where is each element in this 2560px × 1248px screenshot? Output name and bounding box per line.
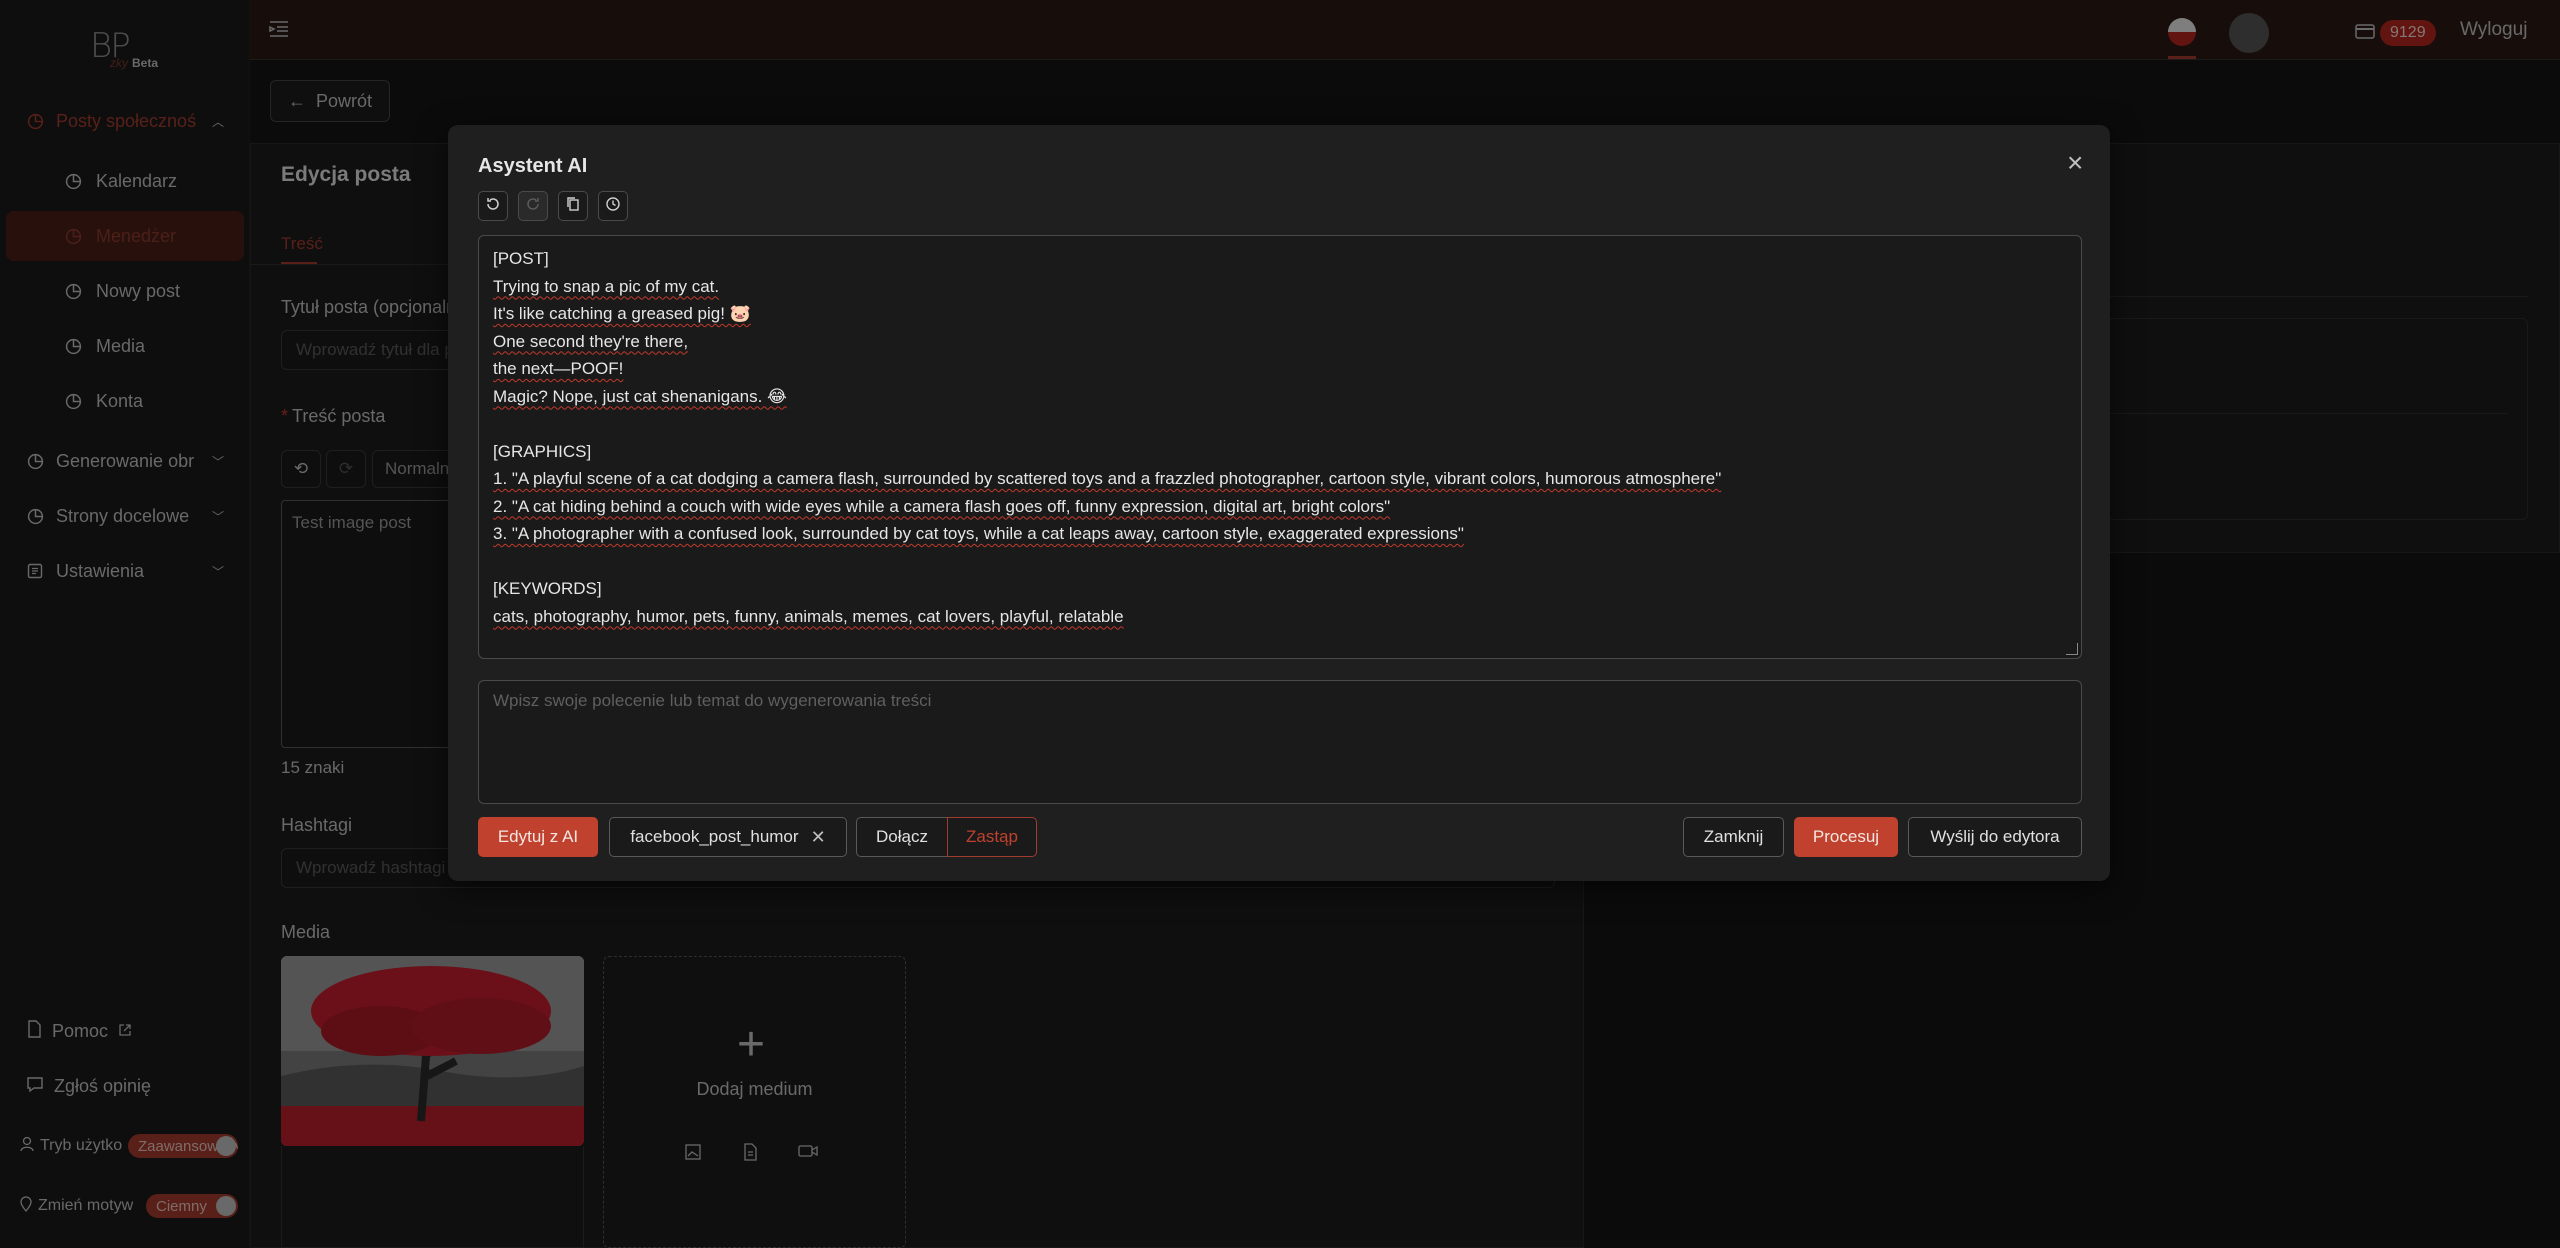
close-icon[interactable]: × [2067, 149, 2083, 177]
copy-icon [565, 196, 581, 217]
redo-icon [525, 196, 541, 217]
redo-button[interactable] [518, 191, 548, 221]
template-chip-label: facebook_post_humor [630, 827, 799, 846]
content-line: [POST] [493, 249, 549, 268]
send-to-editor-button[interactable]: Wyślij do edytora [1908, 817, 2082, 857]
copy-button[interactable] [558, 191, 588, 221]
content-line: It's like catching a greased pig! 🐷 [493, 304, 751, 323]
close-button[interactable]: Zamknij [1683, 817, 1784, 857]
content-line: [GRAPHICS] [493, 441, 592, 461]
content-line: 2. "A cat hiding behind a couch with wid… [493, 496, 1391, 516]
content-line: Magic? Nope, just cat shenanigans. 😂 [493, 386, 787, 406]
process-button[interactable]: Procesuj [1794, 817, 1898, 857]
resize-handle[interactable] [2066, 643, 2078, 655]
prompt-input[interactable]: Wpisz swoje polecenie lub temat do wygen… [478, 680, 2082, 804]
modal-title: Asystent AI [478, 155, 588, 177]
content-line: the next—POOF! [493, 359, 624, 378]
content-line: 1. "A playful scene of a cat dodging a c… [493, 469, 1722, 488]
undo-icon [485, 196, 501, 217]
undo-button[interactable] [478, 191, 508, 221]
append-button[interactable]: Dołącz [856, 817, 948, 857]
edit-with-ai-button[interactable]: Edytuj z AI [478, 817, 598, 857]
content-line: [KEYWORDS] [493, 579, 602, 598]
template-chip[interactable]: facebook_post_humor ✕ [609, 817, 847, 857]
content-line [493, 548, 2067, 576]
close-icon[interactable]: ✕ [811, 827, 826, 848]
generated-content-textarea[interactable]: [POST] Trying to snap a pic of my cat. I… [478, 235, 2082, 659]
history-icon [605, 196, 621, 217]
content-line: cats, photography, humor, pets, funny, a… [493, 606, 1124, 626]
content-line: 3. "A photographer with a confused look,… [493, 524, 1464, 543]
ai-assistant-modal: Asystent AI × [POST] Trying to snap a pi… [448, 125, 2110, 881]
replace-button[interactable]: Zastąp [947, 817, 1037, 857]
history-button[interactable] [598, 191, 628, 221]
content-line: Trying to snap a pic of my cat. [493, 276, 720, 296]
content-line [493, 410, 2067, 438]
content-line: One second they're there, [493, 331, 689, 351]
